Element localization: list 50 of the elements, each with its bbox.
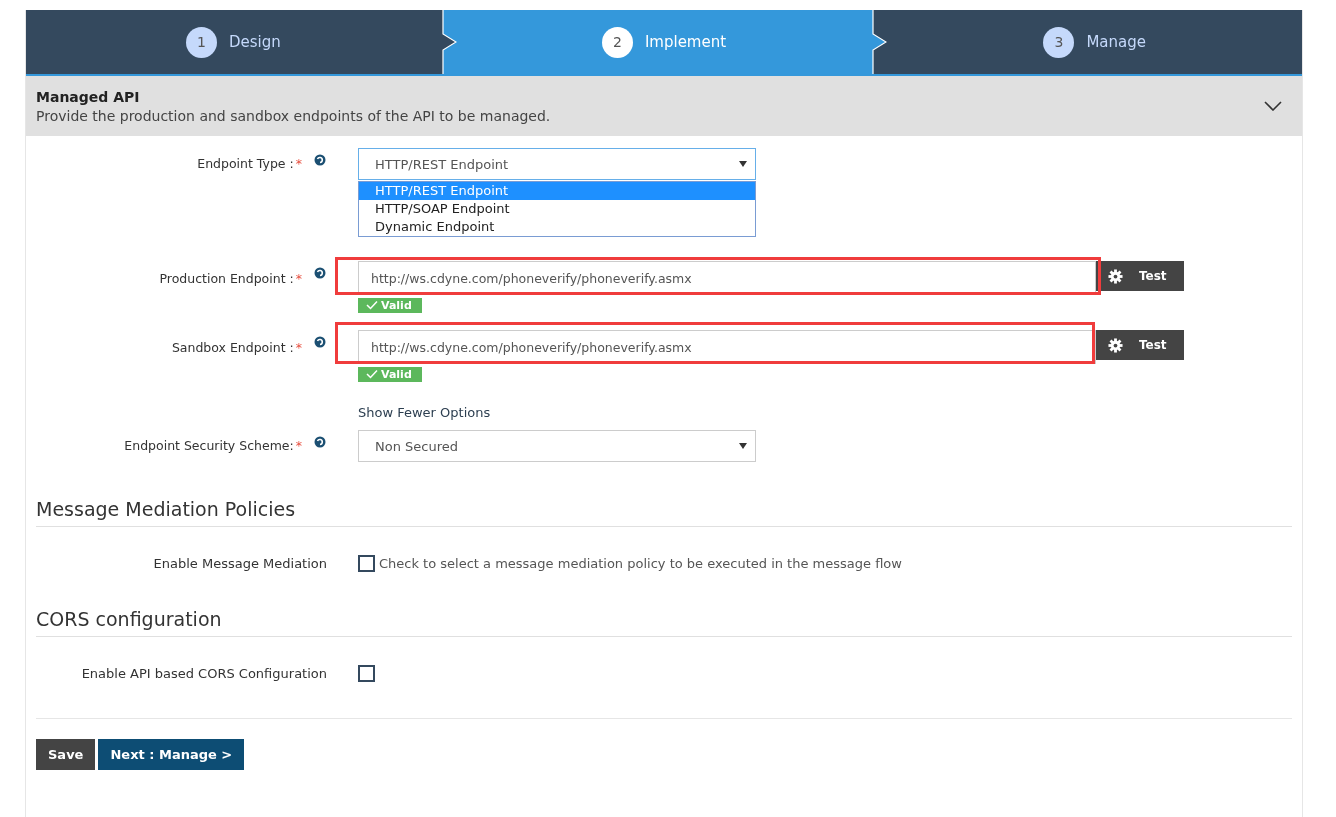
required-mark: * xyxy=(295,340,302,355)
panel-description: Provide the production and sandbox endpoints of the API to be managed. xyxy=(36,107,551,124)
check-icon xyxy=(366,300,378,310)
security-scheme-dropdown[interactable]: Non Secured xyxy=(358,430,756,462)
step-number: 2 xyxy=(601,26,633,58)
test-button[interactable]: Test xyxy=(1096,261,1184,291)
section-heading: CORS configuration xyxy=(36,608,1292,637)
section-heading: Message Mediation Policies xyxy=(36,498,1292,527)
checkbox-label: Enable Message Mediation xyxy=(152,556,327,571)
step-number: 1 xyxy=(185,26,217,58)
url-input-field[interactable]: http://ws.cdyne.com/phoneverify/phoneverify.asmx xyxy=(358,261,1096,295)
help-icon[interactable] xyxy=(314,436,326,448)
help-icon[interactable] xyxy=(314,154,326,166)
checkbox-hint: Check to select a message mediation policy to be executed in the message flow xyxy=(379,556,902,571)
wizard-step[interactable]: 3 Manage xyxy=(887,10,1302,74)
field-label: Endpoint Security Scheme: xyxy=(124,438,294,453)
panel-title: Managed API xyxy=(36,88,141,105)
step-label: Design xyxy=(228,33,281,51)
endpoint-type-dropdown[interactable]: HTTP/REST Endpoint xyxy=(358,148,756,180)
checkbox-label: Enable API based CORS Configuration xyxy=(80,666,327,681)
checkbox[interactable] xyxy=(358,555,375,572)
dropdown-option[interactable]: Dynamic Endpoint xyxy=(359,218,755,236)
gear-icon xyxy=(1108,337,1123,353)
checkbox[interactable] xyxy=(358,665,375,682)
dropdown-option[interactable]: HTTP/SOAP Endpoint xyxy=(359,200,755,218)
step-label: Manage xyxy=(1086,33,1146,51)
dropdown-arrow-icon xyxy=(739,443,747,449)
check-icon xyxy=(366,369,378,379)
step-label: Implement xyxy=(644,33,727,51)
wizard-step[interactable]: 1 Design xyxy=(26,10,441,74)
required-mark: * xyxy=(295,156,302,171)
dropdown-arrow-icon xyxy=(739,161,747,167)
chevron-icon[interactable] xyxy=(1264,101,1282,111)
save-button[interactable]: Save xyxy=(36,739,96,770)
required-mark: * xyxy=(295,438,302,453)
valid-badge: Valid xyxy=(358,366,422,382)
help-icon[interactable] xyxy=(314,267,326,279)
step-number: 3 xyxy=(1043,26,1075,58)
test-button[interactable]: Test xyxy=(1096,330,1184,360)
gear-icon xyxy=(1108,268,1123,284)
show-fewer-options-link[interactable]: Show Fewer Options xyxy=(358,405,491,420)
field-label: Production Endpoint : xyxy=(159,271,294,286)
url-input-field[interactable]: http://ws.cdyne.com/phoneverify/phoneverify.asmx xyxy=(358,330,1096,364)
help-icon[interactable] xyxy=(314,336,326,348)
required-mark: * xyxy=(295,271,302,286)
field-label: Sandbox Endpoint : xyxy=(171,340,294,355)
valid-badge: Valid xyxy=(358,297,422,313)
next-button[interactable]: Next : Manage > xyxy=(98,739,245,770)
field-label: Endpoint Type : xyxy=(197,156,294,171)
wizard-step[interactable]: 2 Implement xyxy=(456,10,872,74)
